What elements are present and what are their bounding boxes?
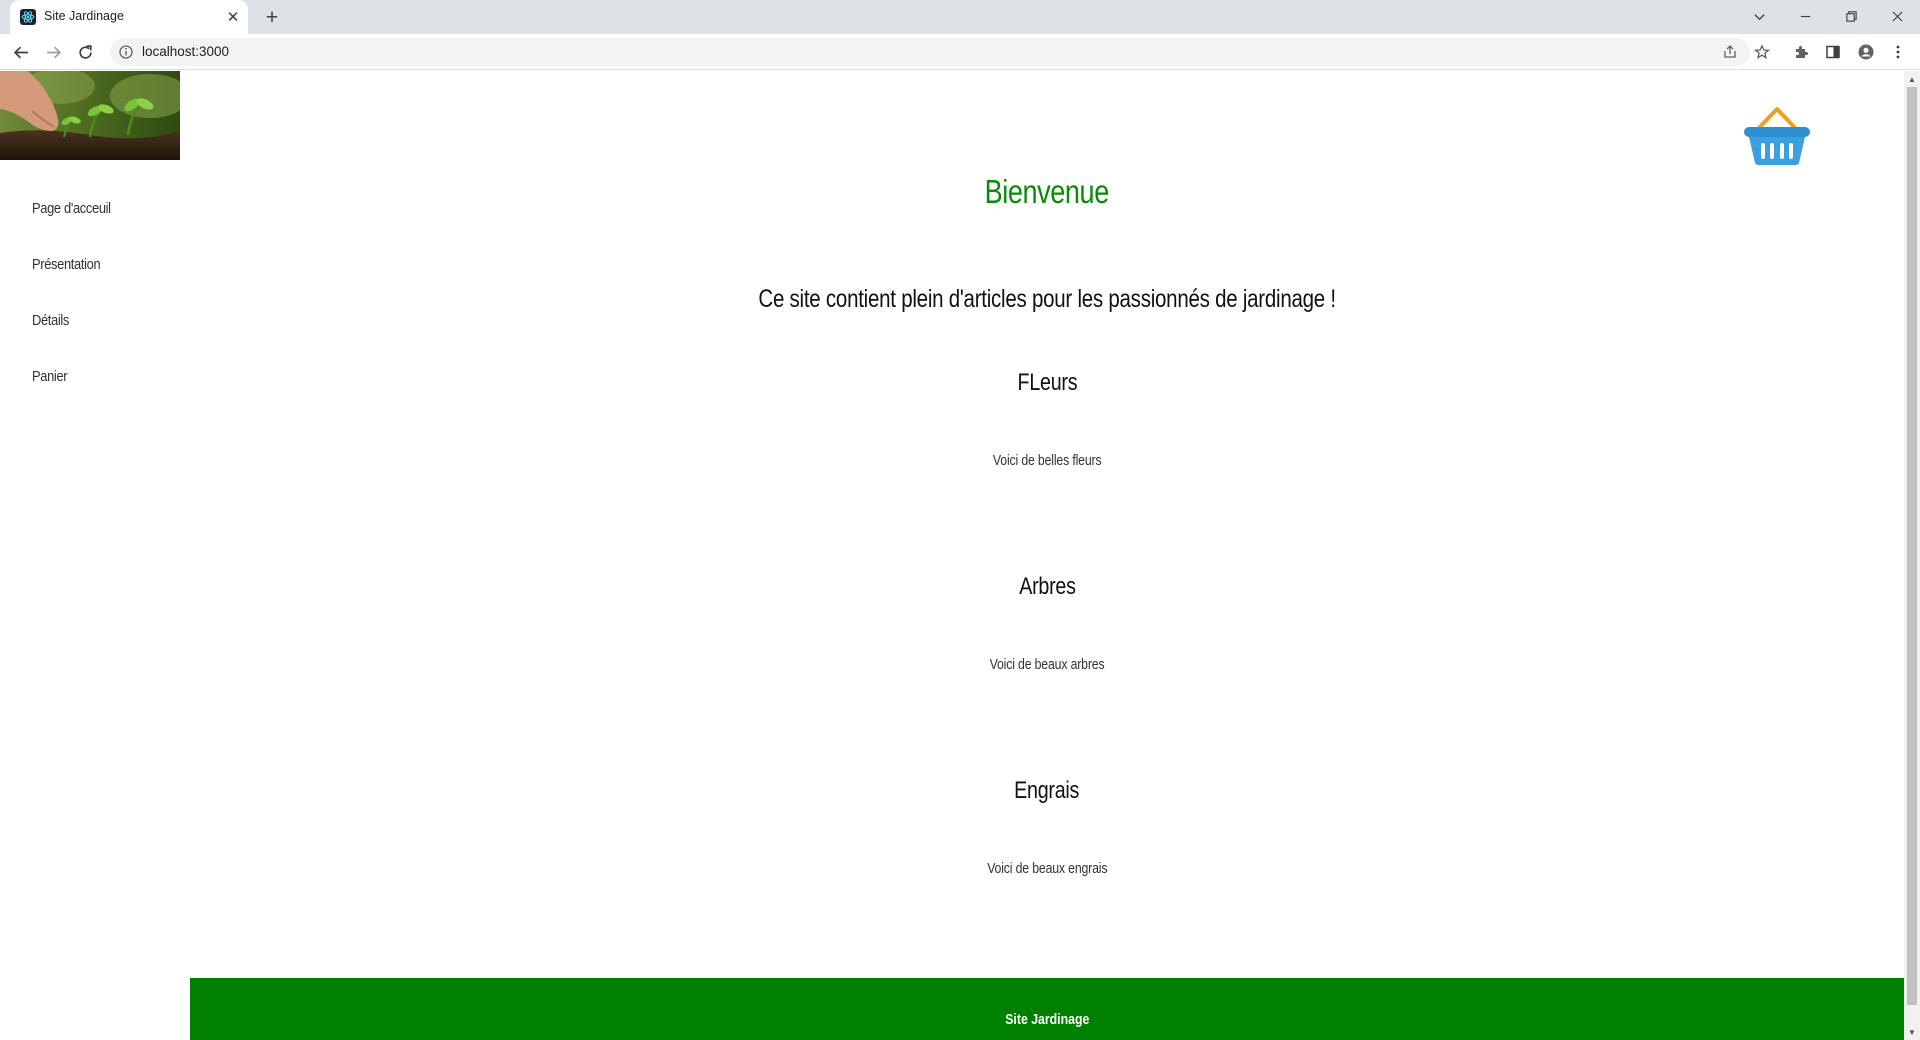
nav-link-cart[interactable]: Panier: [32, 367, 111, 423]
welcome-heading: Bienvenue: [984, 173, 1110, 210]
react-favicon-icon: [20, 9, 36, 25]
scroll-down-arrow-icon[interactable]: ▼: [1904, 1024, 1920, 1040]
vertical-scrollbar[interactable]: ▲ ▼: [1904, 71, 1920, 1040]
section-title-fleurs: FLeurs: [1017, 369, 1077, 396]
share-icon[interactable]: [1719, 41, 1741, 63]
extensions-icon[interactable]: [1790, 41, 1812, 63]
side-panel-icon[interactable]: [1822, 41, 1844, 63]
nav-link-presentation[interactable]: Présentation: [32, 255, 111, 311]
reload-icon[interactable]: [73, 40, 97, 64]
back-arrow-icon[interactable]: [9, 40, 33, 64]
forward-arrow-icon[interactable]: [41, 40, 65, 64]
section-text-engrais: Voici de beaux engrais: [986, 860, 1108, 877]
minimize-icon[interactable]: [1790, 4, 1820, 28]
tab-title: Site Jardinage: [44, 9, 124, 23]
section-title-engrais: Engrais: [1014, 777, 1080, 804]
url-text: localhost:3000: [142, 44, 230, 59]
section-text-fleurs: Voici de belles fleurs: [992, 452, 1102, 469]
profile-avatar-icon[interactable]: [1855, 41, 1877, 63]
tab-search-icon[interactable]: [1744, 4, 1774, 28]
seedling-logo-image[interactable]: [0, 71, 180, 160]
footer-text: Site Jardinage: [1004, 1011, 1090, 1028]
nav-link-home[interactable]: Page d'acceuil: [32, 199, 111, 255]
new-tab-button[interactable]: +: [260, 6, 284, 30]
chrome-menu-icon[interactable]: [1887, 41, 1909, 63]
page-viewport: Page d'acceuil Présentation Détails Pani…: [0, 71, 1920, 1040]
browser-tab[interactable]: Site Jardinage ✕: [10, 0, 248, 34]
intro-text: Ce site contient plein d'articles pour l…: [758, 285, 1336, 313]
browser-tabstrip: Site Jardinage ✕ +: [0, 0, 1920, 34]
bookmark-star-icon[interactable]: [1751, 41, 1773, 63]
shopping-basket-icon[interactable]: [1742, 101, 1812, 167]
site-info-icon[interactable]: [118, 44, 134, 60]
scrollbar-thumb[interactable]: [1907, 87, 1917, 1005]
page-footer: Site Jardinage: [190, 978, 1904, 1040]
address-bar[interactable]: localhost:3000: [110, 38, 1750, 66]
side-navigation: Page d'acceuil Présentation Détails Pani…: [32, 199, 124, 423]
section-title-arbres: Arbres: [1018, 573, 1076, 600]
tab-close-icon[interactable]: ✕: [224, 8, 242, 26]
scroll-up-arrow-icon[interactable]: ▲: [1904, 71, 1920, 87]
section-text-arbres: Voici de beaux arbres: [989, 656, 1105, 673]
nav-link-details[interactable]: Détails: [32, 311, 111, 367]
close-window-icon[interactable]: [1882, 4, 1912, 28]
browser-toolbar: localhost:3000: [0, 34, 1920, 70]
restore-icon[interactable]: [1836, 4, 1866, 28]
